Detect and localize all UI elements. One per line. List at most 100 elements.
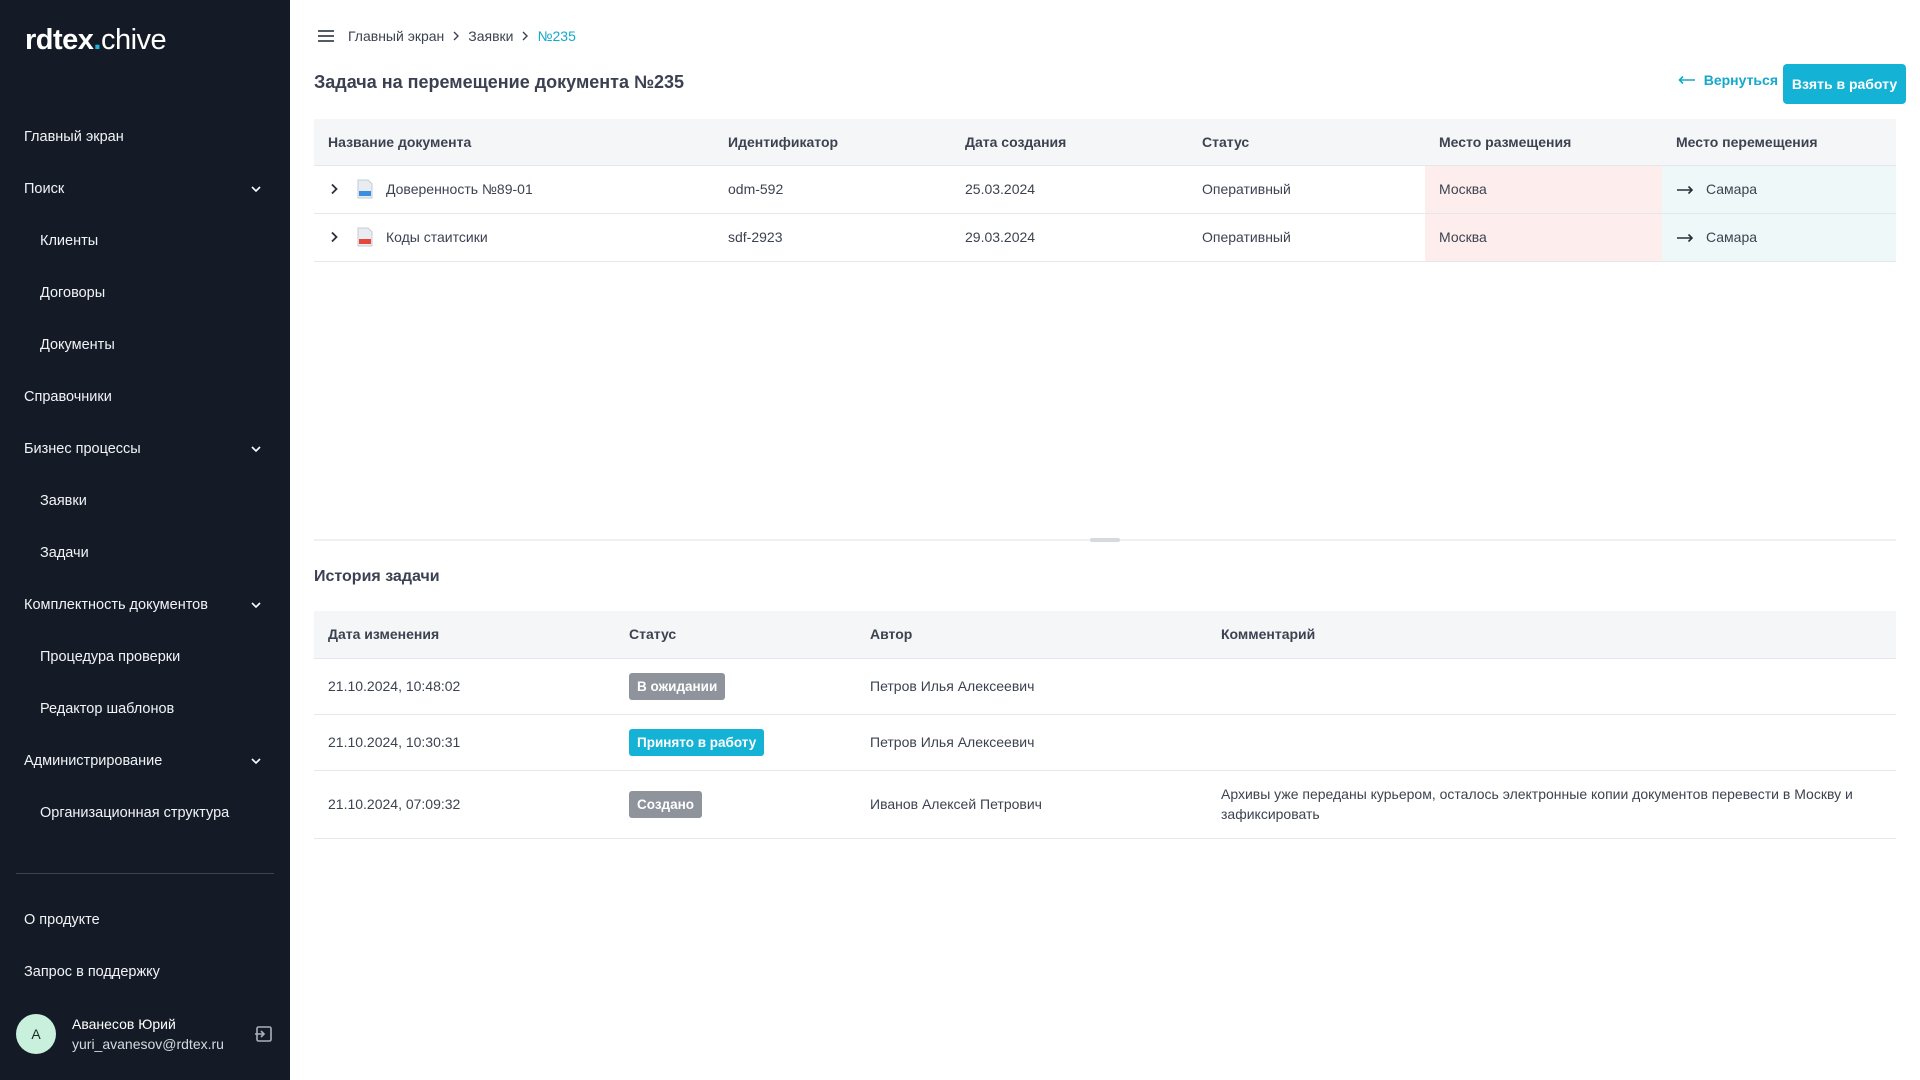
status-badge: Создано (629, 790, 703, 818)
table-row: 21.10.2024, 10:48:02 В ожидании Петров Иль… (314, 658, 1896, 715)
logo-part-1: rdtex (25, 24, 94, 56)
doc-status-cell: Оперативный (1188, 213, 1425, 262)
column-header: Дата изменения (314, 611, 615, 659)
table-row[interactable]: Коды стаитсики sdf-2923 29.03.2024 Оператив… (314, 213, 1896, 262)
back-button[interactable]: Вернуться (1678, 72, 1778, 88)
breadcrumb-home[interactable]: Главный экран (348, 28, 444, 44)
sidebar-item[interactable]: Клиенты (0, 215, 290, 267)
sidebar-nav: Главный экран Поиск Клиенты Договоры Докумен… (0, 111, 290, 839)
chevron-down-icon (251, 602, 261, 609)
doc-id-cell: odm-592 (714, 165, 951, 214)
doc-name: Доверенность №89-01 (328, 179, 714, 199)
sidebar-item[interactable]: Организационная структура (0, 787, 290, 839)
user-name: Аванесов Юрий (72, 1016, 176, 1032)
column-header: Автор (856, 611, 1207, 659)
column-header[interactable]: Название документа (314, 119, 714, 166)
table-row: 21.10.2024, 07:09:32 Создано Иванов Алексе… (314, 770, 1896, 839)
chevron-down-icon (251, 186, 261, 193)
doc-name-label[interactable]: Доверенность №89-01 (386, 181, 533, 197)
sidebar-item-label: Администрирование (24, 753, 163, 769)
chevron-right-icon[interactable] (328, 231, 340, 243)
doc-created-cell: 25.03.2024 (951, 165, 1188, 214)
sidebar-item-support[interactable]: Запрос в поддержку (0, 946, 290, 998)
arrow-left-icon (1678, 75, 1695, 85)
sidebar-item[interactable]: Справочники (0, 371, 290, 423)
status-badge: Принято в работу (629, 728, 765, 756)
column-header[interactable]: Место перемещения (1662, 119, 1896, 166)
history-comment-cell (1207, 714, 1896, 771)
sidebar-item-label: Редактор шаблонов (40, 701, 175, 717)
doc-destination-cell: Самара (1662, 165, 1896, 214)
chevron-right-icon (453, 31, 460, 41)
column-header[interactable]: Статус (1188, 119, 1425, 166)
sidebar-item-label: Поиск (24, 181, 65, 197)
history-author-cell: Иванов Алексей Петрович (856, 770, 1207, 839)
chevron-right-icon[interactable] (328, 183, 340, 195)
sidebar-item[interactable]: Бизнес процессы (0, 423, 290, 475)
sidebar-item[interactable]: Заявки (0, 475, 290, 527)
sidebar-item-label: Главный экран (24, 129, 124, 145)
sidebar-item-label: Запрос в поддержку (24, 964, 160, 980)
history-date-cell: 21.10.2024, 10:30:31 (314, 714, 615, 771)
doc-destination-label: Самара (1706, 229, 1758, 245)
history-date-cell: 21.10.2024, 07:09:32 (314, 770, 615, 839)
sidebar-item[interactable]: Редактор шаблонов (0, 683, 290, 735)
history-author-cell: Петров Илья Алексеевич (856, 658, 1207, 715)
doc-name: Коды стаитсики (328, 227, 714, 247)
doc-created-cell: 29.03.2024 (951, 213, 1188, 262)
logout-icon[interactable] (254, 1024, 274, 1044)
sidebar-item[interactable]: Процедура проверки (0, 631, 290, 683)
documents-body: Доверенность №89-01 odm-592 25.03.2024 Опер… (314, 165, 1896, 262)
column-header[interactable]: Дата создания (951, 119, 1188, 166)
avatar[interactable]: А (16, 1014, 56, 1054)
sidebar-item-label: Комплектность документов (24, 597, 208, 613)
table-row[interactable]: Доверенность №89-01 odm-592 25.03.2024 Опер… (314, 165, 1896, 214)
main-content: Главный экран Заявки №235 Задача на пере… (290, 0, 1920, 1080)
table-row: 21.10.2024, 10:30:31 Принято в работу Петр… (314, 714, 1896, 771)
sidebar: rdtex.chive Главный экран Поиск Клиенты Дог… (0, 0, 290, 1080)
chevron-down-icon (251, 758, 261, 765)
sidebar-item-label: Организационная структура (40, 805, 230, 821)
breadcrumb-requests[interactable]: Заявки (468, 28, 513, 44)
breadcrumb-current: №235 (537, 28, 576, 44)
column-header: Комментарий (1207, 611, 1896, 659)
sidebar-item-label: Клиенты (40, 233, 99, 249)
logo-part-2: chive (100, 24, 167, 56)
sidebar-item[interactable]: Комплектность документов (0, 579, 290, 631)
column-header[interactable]: Идентификатор (714, 119, 951, 166)
page-title: Задача на перемещение документа №235 (314, 72, 685, 92)
splitter-handle[interactable] (1090, 538, 1120, 542)
sidebar-item[interactable]: Поиск (0, 163, 290, 215)
doc-location-cell: Москва (1425, 213, 1662, 262)
sidebar-item[interactable]: Договоры (0, 267, 290, 319)
chevron-down-icon (251, 446, 261, 453)
history-date-cell: 21.10.2024, 10:48:02 (314, 658, 615, 715)
sidebar-item-label: Справочники (24, 389, 112, 405)
history-status-cell: В ожидании (615, 658, 856, 715)
history-status-cell: Принято в работу (615, 714, 856, 771)
sidebar-item-label: Документы (40, 337, 115, 353)
doc-name-label[interactable]: Коды стаитсики (386, 229, 488, 245)
chevron-right-icon (522, 31, 529, 41)
take-to-work-button[interactable]: Взять в работу (1783, 64, 1906, 104)
menu-icon[interactable] (316, 26, 336, 46)
history-title: История задачи (314, 568, 440, 585)
sidebar-item-label: О продукте (24, 912, 100, 928)
doc-destination-cell: Самара (1662, 213, 1896, 262)
sidebar-item[interactable]: Задачи (0, 527, 290, 579)
sidebar-item[interactable]: Документы (0, 319, 290, 371)
back-button-label: Вернуться (1703, 72, 1778, 88)
sidebar-item[interactable]: Главный экран (0, 111, 290, 163)
history-status-cell: Создано (615, 770, 856, 839)
logo[interactable]: rdtex.chive (25, 24, 167, 57)
arrow-right-icon (1677, 234, 1694, 243)
documents-table: Название документа Идентификатор Дата со… (314, 119, 1896, 262)
column-header[interactable]: Место размещения (1425, 119, 1662, 166)
pdf-file-icon (357, 227, 373, 247)
sidebar-item[interactable]: Администрирование (0, 735, 290, 787)
user-panel: А Аванесов Юрий yuri_avanesov@rdtex.ru (16, 1014, 274, 1054)
sidebar-item-about[interactable]: О продукте (0, 894, 290, 946)
doc-location-cell: Москва (1425, 165, 1662, 214)
sidebar-item-label: Бизнес процессы (24, 441, 141, 457)
history-table: Дата изменения Статус Автор Комментарий … (314, 611, 1896, 839)
